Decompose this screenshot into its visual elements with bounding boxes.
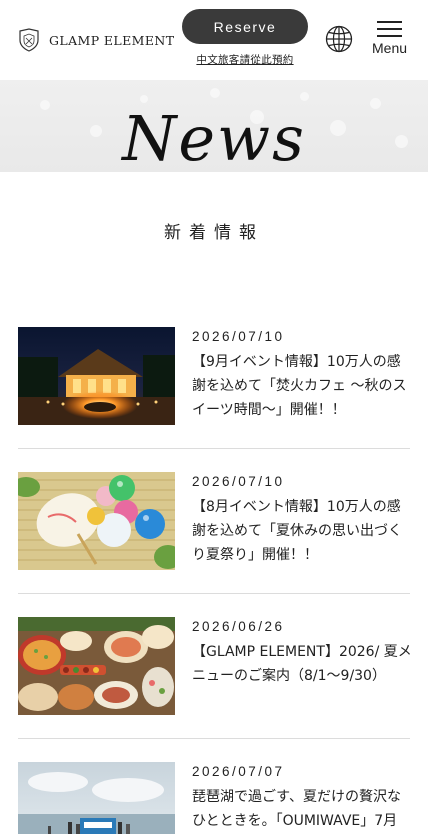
news-title[interactable]: 【8月イベント情報】10万人の感謝を込めて「夏休みの思い出づくり夏祭り」開催！！	[192, 495, 414, 567]
chinese-reservation-link[interactable]: 中文旅客請從此預約	[182, 52, 308, 67]
globe-icon[interactable]	[325, 25, 353, 53]
divider	[18, 593, 410, 594]
logo-text: GLAMP ELEMENT	[49, 32, 175, 48]
news-thumbnail-lake-event[interactable]	[18, 762, 175, 834]
site-header: GLAMP ELEMENT Reserve 中文旅客請從此預約 Menu	[0, 0, 428, 80]
shield-crest-icon	[19, 28, 39, 52]
news-date: 2026/07/10	[192, 329, 285, 344]
divider	[18, 448, 410, 449]
news-item[interactable]: 2026/07/10 【8月イベント情報】10万人の感謝を込めて「夏休みの思い出…	[18, 472, 410, 594]
menu-label: Menu	[372, 40, 408, 56]
news-item[interactable]: 2026/07/10 【9月イベント情報】10万人の感謝を込めて「焚火カフェ 〜…	[18, 327, 410, 449]
page-subtitle: 新着情報	[164, 223, 264, 243]
news-title[interactable]: 【GLAMP ELEMENT】2026/ 夏メニューのご案内（8/1〜9/30）	[192, 640, 414, 688]
site-logo[interactable]: GLAMP ELEMENT	[18, 28, 174, 52]
news-thumbnail-summer-festival[interactable]	[18, 472, 175, 570]
news-item[interactable]: 2026/07/07 琵琶湖で過ごす、夏だけの贅沢なひとときを。「OUMIWAV…	[18, 762, 410, 834]
news-title[interactable]: 【9月イベント情報】10万人の感謝を込めて「焚火カフェ 〜秋のスイーツ時間〜」開…	[192, 350, 414, 422]
news-date: 2026/07/10	[192, 474, 285, 489]
news-date: 2026/06/26	[192, 619, 285, 634]
divider	[18, 738, 410, 739]
news-thumbnail-bonfire[interactable]	[18, 327, 175, 425]
menu-button[interactable]: Menu	[370, 18, 412, 60]
news-item[interactable]: 2026/06/26 【GLAMP ELEMENT】2026/ 夏メニューのご案…	[18, 617, 412, 739]
news-title[interactable]: 琵琶湖で過ごす、夏だけの贅沢なひとときを。「OUMIWAVE」7月18日	[192, 785, 414, 834]
page-title: News	[122, 102, 306, 175]
reserve-button[interactable]: Reserve	[182, 9, 308, 44]
news-thumbnail-bbq-menu[interactable]	[18, 617, 175, 715]
news-date: 2026/07/07	[192, 764, 285, 779]
